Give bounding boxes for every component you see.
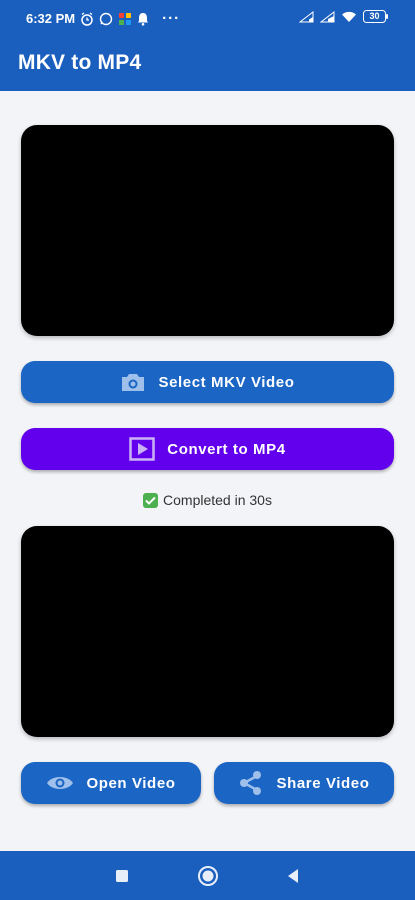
eye-icon — [46, 774, 74, 792]
status-right: 30 — [299, 10, 389, 23]
camera-icon — [120, 371, 146, 393]
select-mkv-video-button[interactable]: Select MKV Video — [21, 361, 394, 403]
main-content: Select MKV Video Convert to MP4 Complete… — [0, 91, 415, 851]
status-bar: 6:32 PM ··· 30 — [0, 0, 415, 37]
conversion-status: Completed in 30s — [0, 492, 415, 508]
play-icon — [129, 437, 156, 461]
conversion-status-text: Completed in 30s — [163, 492, 272, 508]
output-video-player[interactable] — [21, 526, 394, 737]
app-title: MKV to MP4 — [18, 51, 142, 74]
share-icon — [238, 770, 264, 796]
select-mkv-video-label: Select MKV Video — [158, 373, 295, 391]
signal-icon — [299, 10, 314, 23]
open-video-label: Open Video — [86, 774, 176, 792]
navigation-bar — [0, 851, 415, 900]
alarm-icon — [80, 11, 94, 26]
open-video-button[interactable]: Open Video — [21, 762, 201, 804]
recents-square-icon[interactable] — [109, 863, 135, 889]
signal-icon — [320, 10, 335, 23]
check-icon — [143, 492, 159, 508]
status-time: 6:32 PM — [26, 11, 76, 26]
whatsapp-icon — [99, 12, 113, 26]
home-circle-icon[interactable] — [195, 863, 221, 889]
app-bar: MKV to MP4 — [0, 37, 415, 91]
convert-to-mp4-button[interactable]: Convert to MP4 — [21, 428, 394, 470]
app-grid-icon — [118, 12, 132, 26]
battery-icon: 30 — [363, 10, 389, 23]
status-left: 6:32 PM ··· — [26, 10, 180, 27]
share-video-label: Share Video — [276, 774, 370, 792]
notification-bell-icon — [137, 12, 149, 26]
back-triangle-icon[interactable] — [280, 863, 306, 889]
convert-to-mp4-label: Convert to MP4 — [167, 440, 286, 458]
input-video-player[interactable] — [21, 125, 394, 336]
more-notifications-dots: ··· — [162, 10, 181, 27]
battery-level: 30 — [369, 11, 380, 21]
share-video-button[interactable]: Share Video — [214, 762, 394, 804]
wifi-icon — [341, 11, 357, 23]
